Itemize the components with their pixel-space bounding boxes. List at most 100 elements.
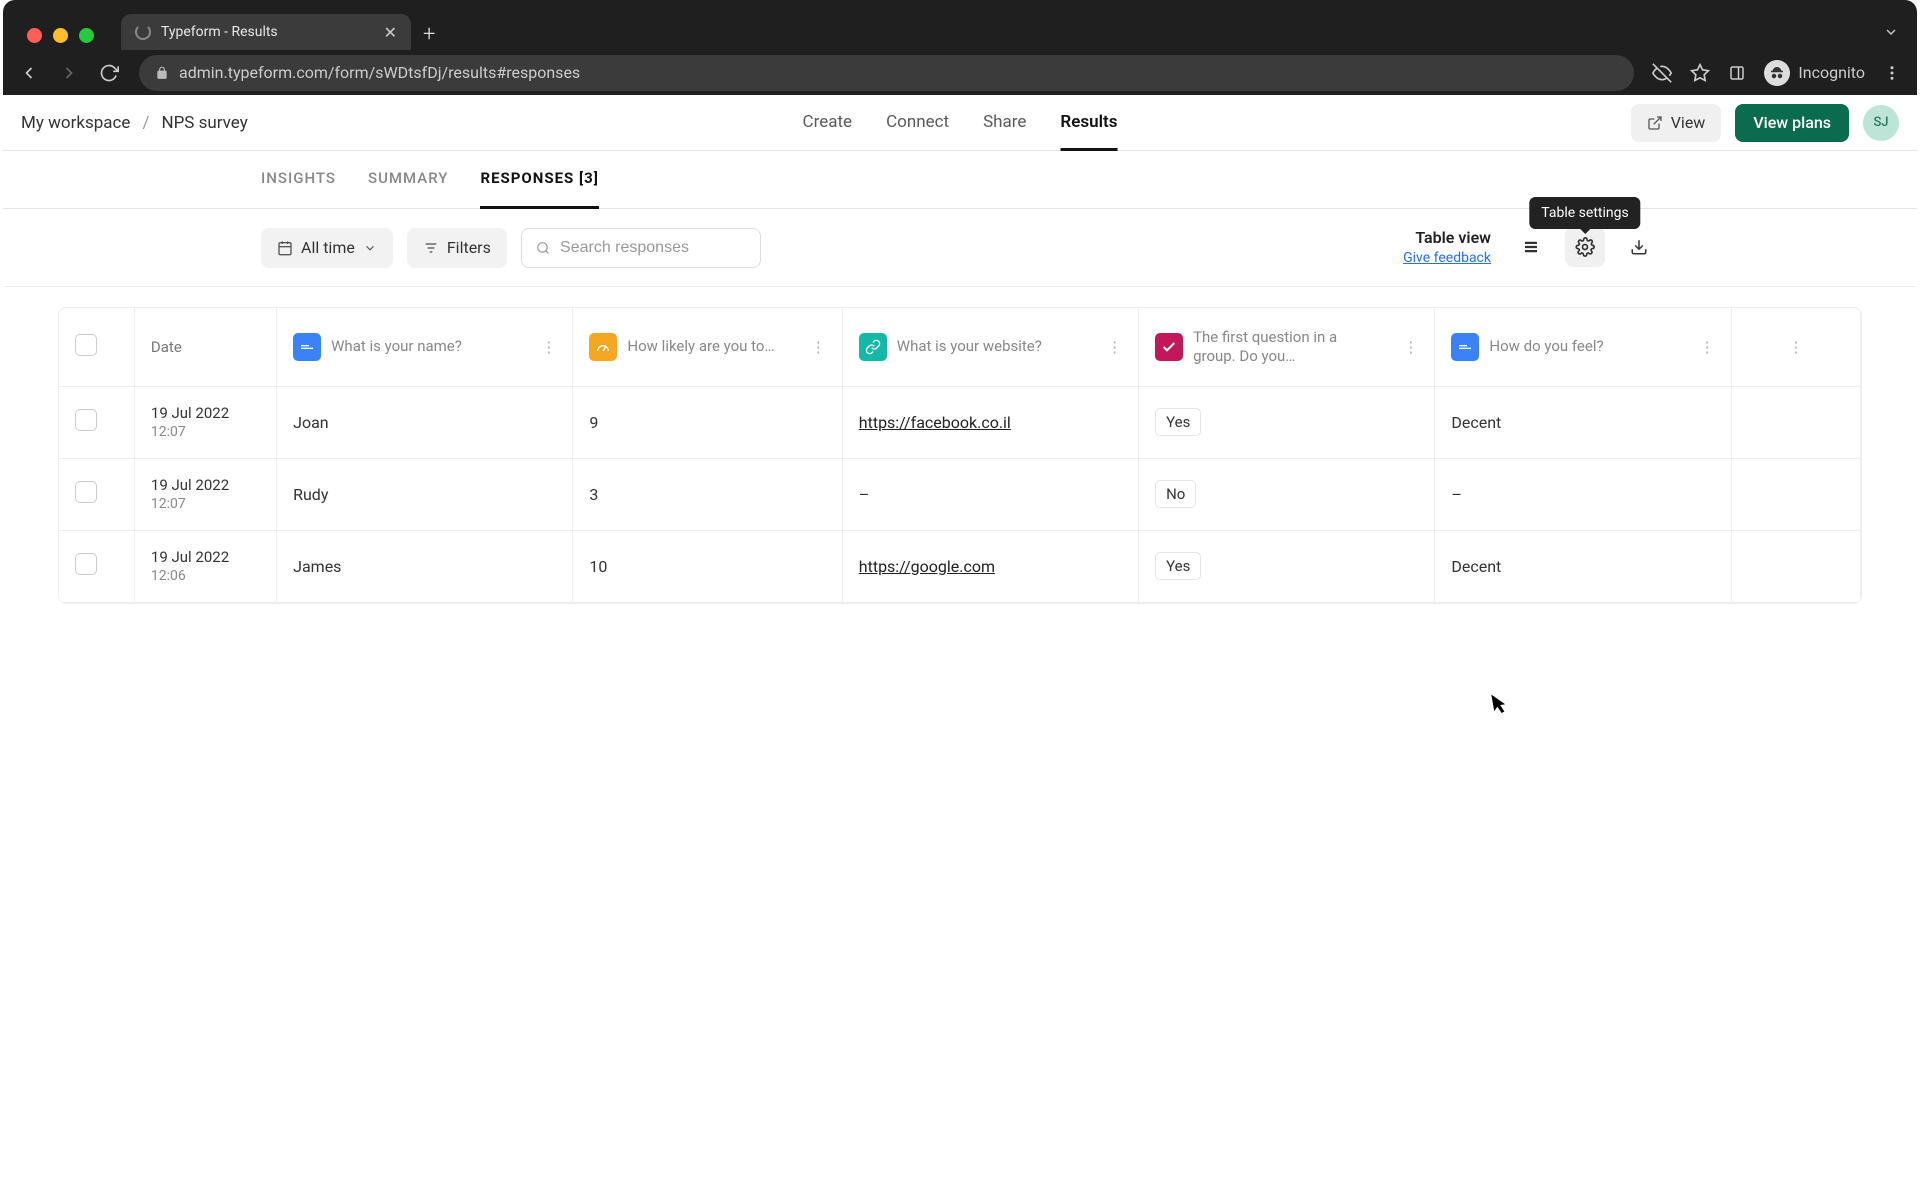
cell-likely: 3: [573, 458, 842, 530]
tooltip: Table settings: [1529, 197, 1640, 229]
tab-share[interactable]: Share: [983, 95, 1026, 151]
column-menu-icon[interactable]: ⋮: [1748, 338, 1844, 356]
table-header-row: Date What is your name? ⋮ How likely are…: [59, 308, 1861, 386]
cell-website: –: [842, 458, 1138, 530]
cell-time: 12:07: [151, 424, 260, 440]
window-close-dot[interactable]: [27, 28, 42, 43]
tab-title: Typeform - Results: [161, 24, 374, 40]
address-bar[interactable]: admin.typeform.com/form/sWDtsfDj/results…: [139, 55, 1634, 91]
row-checkbox[interactable]: [75, 481, 97, 503]
view-plans-label: View plans: [1753, 113, 1831, 132]
column-menu-icon[interactable]: ⋮: [1107, 338, 1122, 356]
user-avatar[interactable]: SJ: [1863, 105, 1899, 141]
column-menu-icon[interactable]: ⋮: [1700, 338, 1715, 356]
col-header-q3: What is your website?: [897, 337, 1042, 356]
search-input-field[interactable]: [560, 239, 746, 257]
column-menu-icon[interactable]: ⋮: [811, 338, 826, 356]
gear-icon: [1575, 237, 1595, 257]
breadcrumb-form[interactable]: NPS survey: [161, 113, 247, 133]
row-checkbox[interactable]: [75, 409, 97, 431]
col-header-q5: How do you feel?: [1489, 337, 1603, 356]
breadcrumb-workspace[interactable]: My workspace: [21, 113, 130, 133]
incognito-label: Incognito: [1798, 63, 1865, 82]
incognito-badge[interactable]: Incognito: [1764, 60, 1865, 86]
window-zoom-dot[interactable]: [79, 28, 94, 43]
text-field-icon: [293, 333, 321, 361]
date-filter-dropdown[interactable]: All time: [261, 228, 393, 268]
give-feedback-link[interactable]: Give feedback: [1403, 250, 1491, 266]
cell-group: Yes: [1155, 408, 1201, 436]
column-menu-icon[interactable]: ⋮: [1403, 338, 1418, 356]
tab-connect[interactable]: Connect: [886, 95, 949, 151]
cell-group: No: [1155, 480, 1196, 508]
window-minimize-dot[interactable]: [53, 28, 68, 43]
breadcrumb: My workspace / NPS survey: [21, 113, 248, 133]
table-view-label: Table view: [1403, 228, 1491, 247]
responses-table: Date What is your name? ⋮ How likely are…: [58, 307, 1862, 604]
table-settings-button[interactable]: Table settings: [1565, 227, 1605, 267]
subtab-summary[interactable]: SUMMARY: [368, 151, 448, 209]
select-all-checkbox[interactable]: [75, 334, 97, 356]
row-checkbox[interactable]: [75, 553, 97, 575]
col-header-q4: The first question in a group. Do you…: [1193, 328, 1363, 366]
cell-date: 19 Jul 2022: [151, 548, 260, 566]
url-text: admin.typeform.com/form/sWDtsfDj/results…: [179, 63, 580, 82]
table-row[interactable]: 19 Jul 202212:07 Rudy 3 – No –: [59, 458, 1861, 530]
cell-name: Rudy: [277, 458, 573, 530]
extensions-icon[interactable]: [1728, 64, 1746, 82]
eye-off-icon[interactable]: [1652, 63, 1672, 83]
chevron-down-icon[interactable]: [1883, 24, 1899, 40]
layout-toggle-button[interactable]: [1511, 227, 1551, 267]
table-row[interactable]: 19 Jul 2022 12:06 James 10 https://google…: [59, 530, 1861, 602]
mouse-cursor: [1491, 692, 1511, 716]
app-header: My workspace / NPS survey Create Connect…: [3, 95, 1917, 151]
back-button[interactable]: [19, 63, 41, 83]
lock-icon: [155, 66, 169, 80]
cell-time: 12:07: [151, 496, 260, 512]
cell-likely: 9: [573, 386, 842, 458]
cell-website[interactable]: https://facebook.co.il: [859, 413, 1011, 432]
cell-date: 19 Jul 2022: [151, 404, 260, 422]
column-menu-icon[interactable]: ⋮: [541, 338, 556, 356]
cell-website[interactable]: https://google.com: [859, 557, 995, 576]
incognito-icon: [1764, 60, 1790, 86]
cell-name: James: [277, 530, 573, 602]
responses-toolbar: All time Filters Table view Give feedbac…: [3, 209, 1917, 287]
filters-button[interactable]: Filters: [407, 228, 507, 268]
star-icon[interactable]: [1690, 63, 1710, 83]
loading-spinner-icon: [135, 24, 151, 40]
browser-chrome: Typeform - Results ✕ + admin.typeform.co…: [3, 0, 1917, 95]
gauge-icon: [589, 333, 617, 361]
close-tab-icon[interactable]: ✕: [384, 23, 397, 42]
reload-button[interactable]: [99, 63, 121, 83]
breadcrumb-separator: /: [142, 113, 149, 133]
download-button[interactable]: [1619, 227, 1659, 267]
subtab-responses[interactable]: RESPONSES [3]: [480, 151, 598, 209]
view-plans-button[interactable]: View plans: [1735, 104, 1849, 142]
view-button-label: View: [1671, 113, 1706, 132]
cell-feel: Decent: [1435, 386, 1731, 458]
forward-button[interactable]: [59, 63, 81, 83]
cell-time: 12:06: [151, 568, 260, 584]
new-tab-button[interactable]: +: [423, 22, 435, 47]
link-icon: [859, 333, 887, 361]
search-responses-input[interactable]: [521, 228, 761, 268]
browser-tab[interactable]: Typeform - Results ✕: [121, 14, 411, 50]
cell-name: Joan: [277, 386, 573, 458]
kebab-menu-icon[interactable]: [1883, 64, 1901, 82]
filters-label: Filters: [447, 238, 491, 257]
opinion-scale-icon: [1451, 333, 1479, 361]
check-icon: [1155, 333, 1183, 361]
subtab-insights[interactable]: INSIGHTS: [261, 151, 336, 209]
tab-results[interactable]: Results: [1060, 95, 1117, 151]
cell-likely: 10: [573, 530, 842, 602]
table-row[interactable]: 19 Jul 2022 12:07 Joan 9 https://facebook…: [59, 386, 1861, 458]
download-icon: [1630, 238, 1648, 256]
cell-group: Yes: [1155, 552, 1201, 580]
cell-date: 19 Jul 2022: [151, 476, 260, 494]
view-button[interactable]: View: [1631, 104, 1722, 142]
col-header-date: Date: [151, 338, 182, 356]
tab-create[interactable]: Create: [803, 95, 853, 151]
search-icon: [536, 240, 550, 256]
col-header-q2: How likely are you to…: [627, 337, 774, 356]
